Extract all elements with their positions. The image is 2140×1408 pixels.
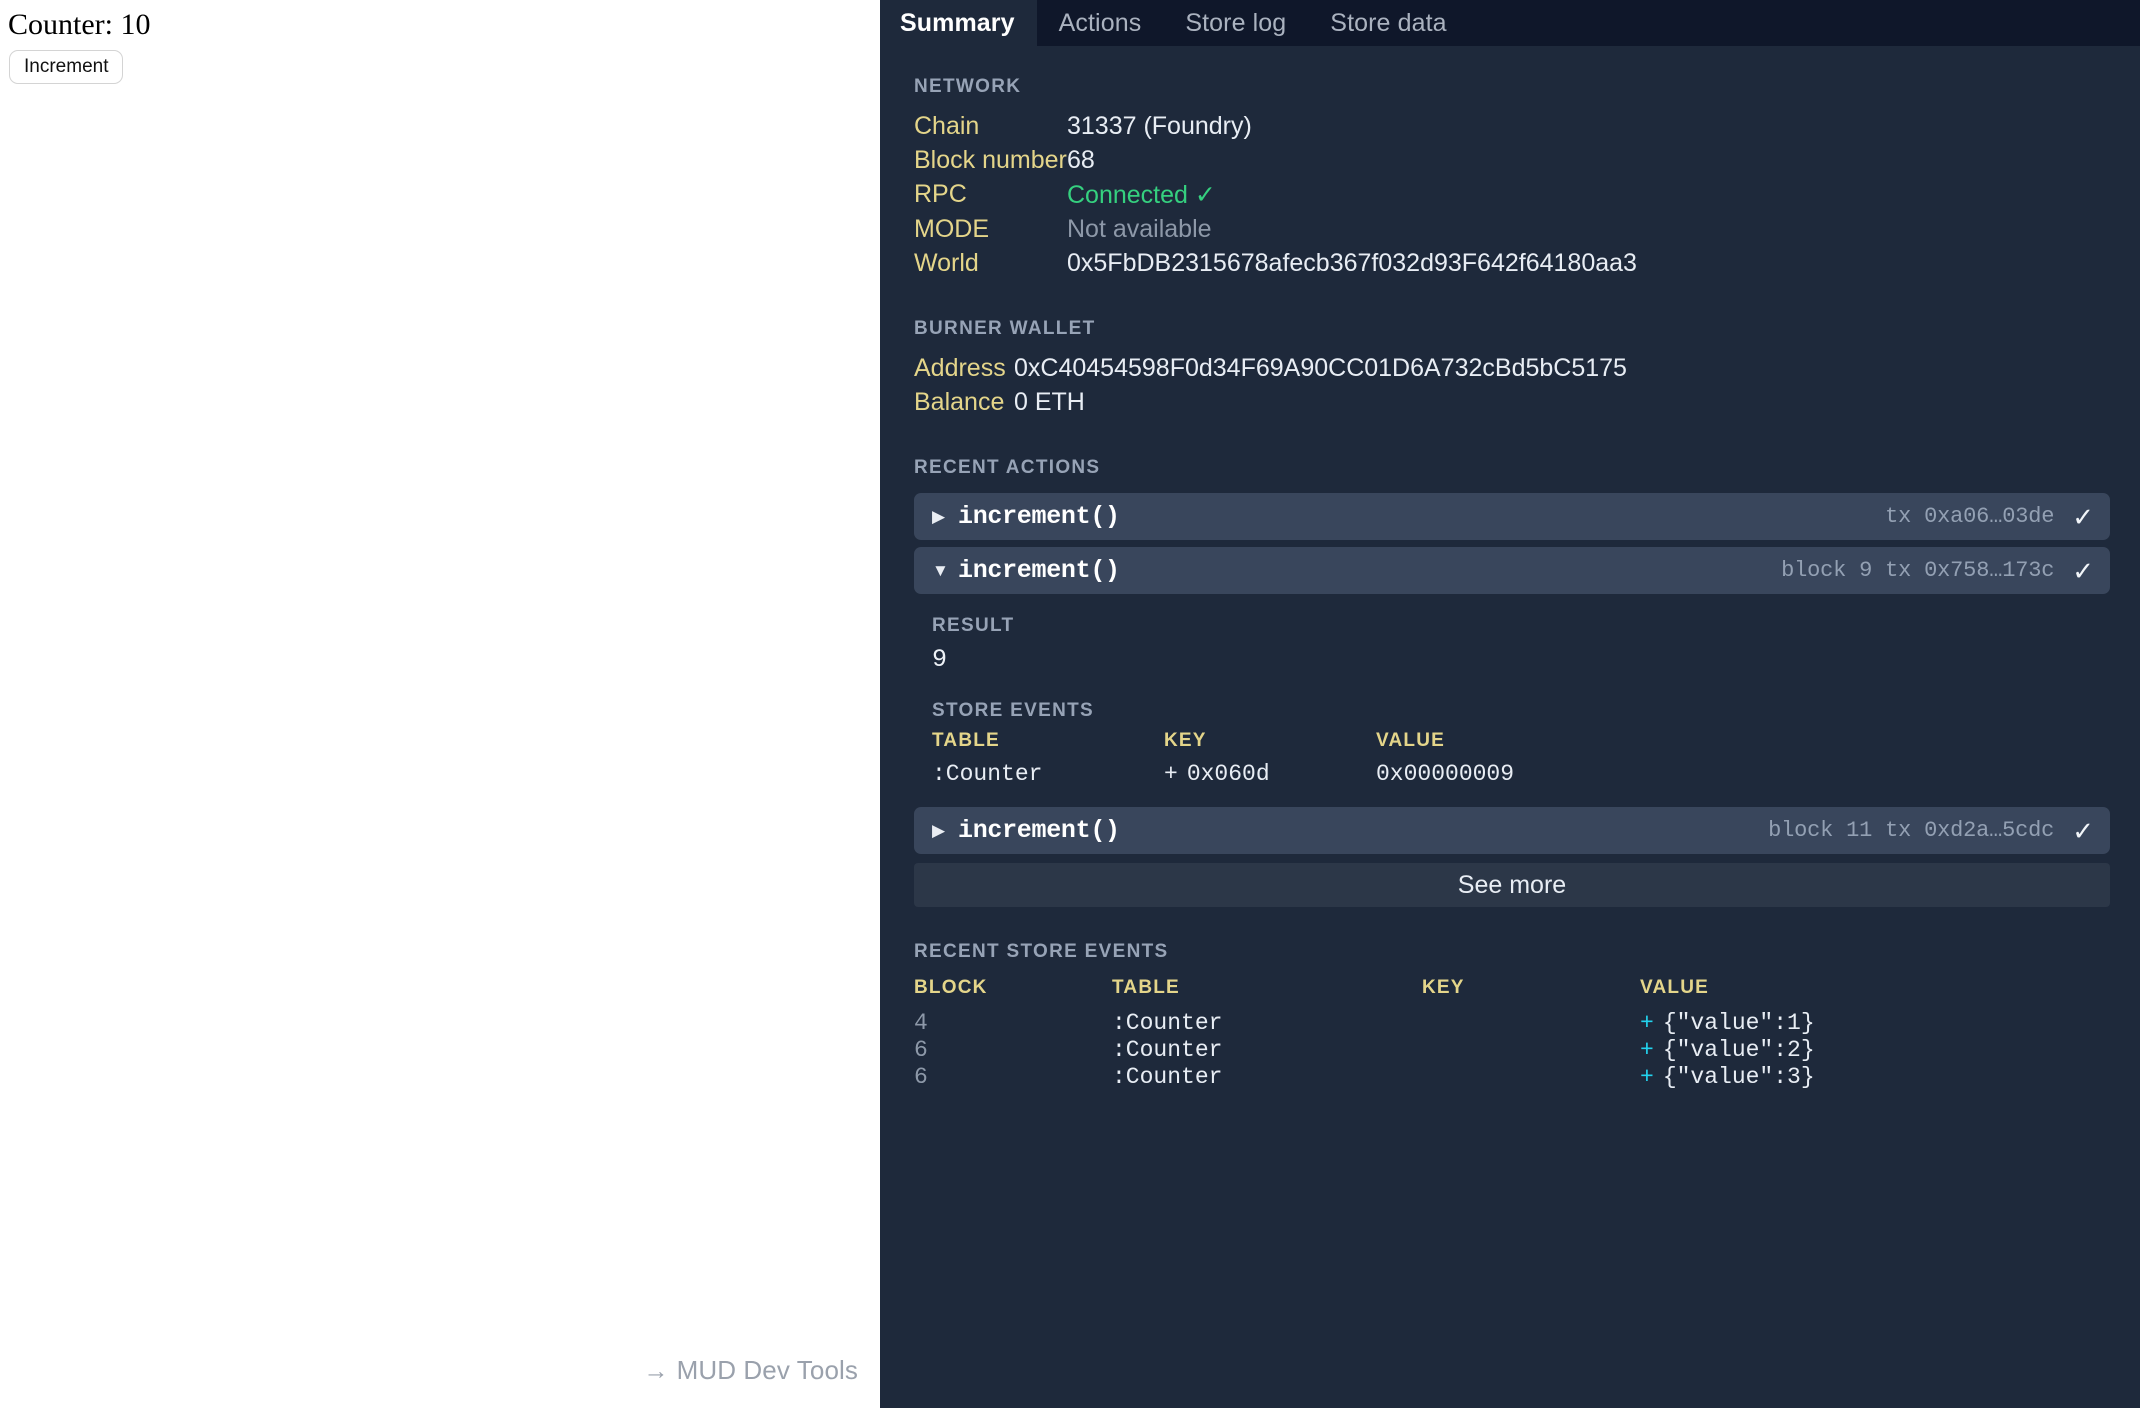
network-rpc-label: RPC [914,180,967,208]
action-name: increment() [958,816,1120,845]
rse-col-key: KEY [1422,977,1465,998]
rse-value-text: {"value":1} [1662,1009,1815,1036]
network-rpc-status: Connected ✓ [1067,181,1216,209]
check-icon: ✓ [2072,501,2094,532]
store-events-col-table: TABLE [932,730,1000,751]
rse-block: 4 [914,1009,928,1036]
store-events-label: STORE EVENTS [932,700,1095,721]
action-row[interactable]: ▼ increment() block 9 tx 0x758…173c ✓ [914,547,2110,594]
store-events-row: :Counter +0x060d 0x00000009 [932,761,2110,787]
table-row: 6 :Counter + {"value":2} [914,1036,2110,1063]
store-event-key-text: 0x060d [1186,761,1270,787]
action-meta: tx 0xa06…03de [1885,504,2055,529]
rse-col-table: TABLE [1112,977,1180,998]
plus-icon: + [1640,1036,1654,1063]
mud-dev-tools-link[interactable]: → MUD Dev Tools [643,1355,858,1386]
network-world-label: World [914,249,979,277]
store-events-col-value: VALUE [1376,730,1445,751]
check-icon: ✓ [2072,555,2094,586]
rse-value-text: {"value":2} [1662,1036,1815,1063]
action-meta: block 9 tx 0x758…173c [1781,558,2055,583]
rse-value: + {"value":2} [1640,1037,2110,1063]
store-events-table: TABLE KEY VALUE :Counter +0x060d 0x00000… [932,730,2110,787]
action-name: increment() [958,502,1120,531]
wallet-balance-label: Balance [914,388,1005,416]
table-row: 6 :Counter + {"value":3} [914,1063,2110,1090]
result-label: RESULT [932,615,1015,636]
arrow-right-icon: → [643,1357,669,1385]
recent-store-events-section-heading: RECENT STORE EVENTS [914,941,1169,962]
rse-block: 6 [914,1036,928,1063]
recent-store-events-table: BLOCK TABLE KEY VALUE 4 :Counter + {"valu… [914,977,2110,1090]
wallet-address-value: 0xC40454598F0d34F69A90CC01D6A732cBd5bC51… [1014,354,1627,382]
mud-devtools-panel: Summary Actions Store log Store data NET… [880,0,2140,1408]
store-event-table: :Counter [932,761,1043,787]
network-section-heading: NETWORK [914,76,1022,97]
rse-block: 6 [914,1063,928,1090]
wallet-address-label: Address [914,354,1006,382]
store-event-key: +0x060d [1164,761,1376,787]
check-icon: ✓ [2072,815,2094,846]
increment-button[interactable]: Increment [9,49,124,85]
recent-store-events-header-row: BLOCK TABLE KEY VALUE [914,977,2110,1009]
action-row[interactable]: ▶ increment() block 11 tx 0xd2a…5cdc ✓ [914,807,2110,854]
tab-summary[interactable]: Summary [880,0,1037,46]
network-table: Chain 31337 (Foundry) Block number 68 RP… [914,112,2110,278]
wallet-balance-value: 0 ETH [1014,388,1085,416]
network-mode-label: MODE [914,215,989,243]
chevron-down-icon[interactable]: ▼ [932,562,958,579]
network-block-number-label: Block number [914,146,1067,174]
rse-table: :Counter [1112,1063,1223,1090]
network-block-number-value: 68 [1067,146,1095,174]
plus-icon: + [1640,1009,1654,1036]
rse-value: + {"value":1} [1640,1010,2110,1036]
network-chain-value: 31337 (Foundry) [1067,112,1252,140]
burner-wallet-section-heading: BURNER WALLET [914,318,1096,339]
mud-dev-tools-label: MUD Dev Tools [676,1355,858,1385]
rse-col-block: BLOCK [914,977,988,998]
plus-icon: + [1640,1063,1654,1090]
table-row: 4 :Counter + {"value":1} [914,1009,2110,1036]
store-events-header-row: TABLE KEY VALUE [932,730,2110,761]
action-meta: block 11 tx 0xd2a…5cdc [1768,818,2055,843]
network-chain-label: Chain [914,112,980,140]
host-app-pane: Counter: 10 Increment → MUD Dev Tools [0,0,880,1408]
network-mode-value: Not available [1067,215,1212,243]
network-world-address: 0x5FbDB2315678afecb367f032d93F642f64180a… [1067,249,1637,277]
store-event-value: 0x00000009 [1376,761,1515,787]
rse-col-value: VALUE [1640,977,1709,998]
app-root: Counter: 10 Increment → MUD Dev Tools Sum… [0,0,2140,1408]
action-row[interactable]: ▶ increment() tx 0xa06…03de ✓ [914,493,2110,540]
result-value: 9 [932,645,948,674]
rse-value-text: {"value":3} [1662,1063,1815,1090]
summary-panel-body: NETWORK Chain 31337 (Foundry) Block numb… [880,46,2140,1408]
rse-table: :Counter [1112,1009,1223,1036]
devtools-tabbar: Summary Actions Store log Store data [880,0,2140,46]
action-name: increment() [958,556,1120,585]
action-expanded-detail: RESULT 9 STORE EVENTS TABLE KEY VALUE :C… [914,601,2110,807]
tab-store-data[interactable]: Store data [1308,0,1468,46]
chevron-right-icon[interactable]: ▶ [932,822,958,839]
rse-value: + {"value":3} [1640,1064,2110,1090]
tab-actions[interactable]: Actions [1037,0,1164,46]
burner-wallet-table: Address 0xC40454598F0d34F69A90CC01D6A732… [914,354,2110,417]
recent-actions-section-heading: RECENT ACTIONS [914,457,1101,478]
plus-icon: + [1164,761,1178,787]
counter-value-text: Counter: 10 [8,8,151,41]
chevron-right-icon[interactable]: ▶ [932,508,958,525]
rse-table: :Counter [1112,1036,1223,1063]
tab-store-log[interactable]: Store log [1163,0,1308,46]
see-more-button[interactable]: See more [914,863,2110,907]
store-events-col-key: KEY [1164,730,1207,751]
